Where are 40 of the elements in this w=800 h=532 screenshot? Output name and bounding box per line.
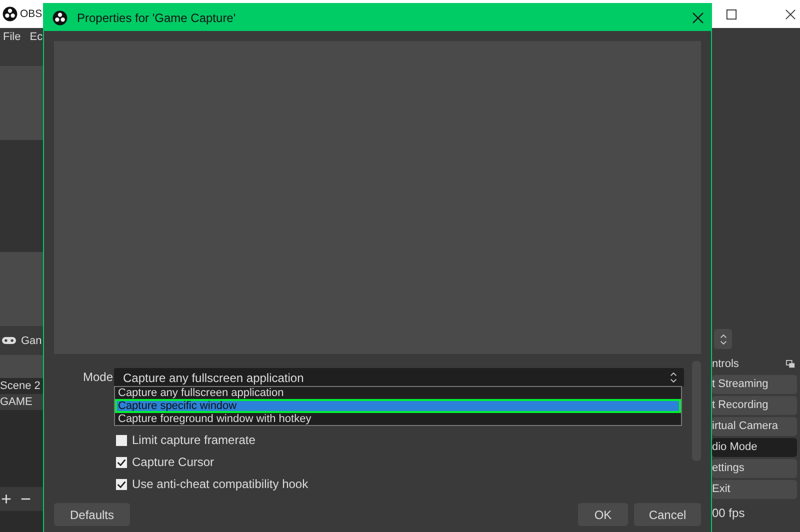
undock-icon[interactable] xyxy=(786,360,795,368)
checkbox[interactable] xyxy=(116,478,127,490)
mode-dropdown[interactable]: Capture any fullscreen application xyxy=(114,368,684,387)
panel-header xyxy=(0,355,43,378)
logo-icon xyxy=(52,10,68,26)
maximize-icon[interactable] xyxy=(726,8,737,20)
dropdown-option[interactable]: Capture specific window xyxy=(115,399,681,413)
panel-title: ntrols xyxy=(712,358,739,370)
control-button[interactable]: irtual Camera xyxy=(712,417,797,436)
menu-item[interactable]: Ec xyxy=(30,31,43,43)
checkbox[interactable] xyxy=(116,434,127,446)
close-icon[interactable] xyxy=(785,8,796,20)
spinner-icon xyxy=(718,332,728,346)
checkbox-label: Capture Cursor xyxy=(132,455,214,469)
dropdown-option[interactable]: Capture any fullscreen application xyxy=(115,387,681,399)
checkbox[interactable] xyxy=(116,456,127,468)
scene-tool-button[interactable]: + xyxy=(1,488,12,510)
checkbox-label: Limit capture framerate xyxy=(132,433,256,447)
control-button[interactable]: t Streaming xyxy=(712,375,797,394)
dropdown-option[interactable]: Capture foreground window with hotkey xyxy=(115,413,681,425)
scene-item[interactable]: GAME xyxy=(0,394,43,410)
control-button[interactable]: ettings xyxy=(712,459,797,478)
defaults-button[interactable]: Defaults xyxy=(54,503,130,526)
scene-tool-button[interactable]: − xyxy=(20,488,32,510)
status-text: 00 fps xyxy=(712,506,746,520)
dialog-button[interactable]: OK xyxy=(578,503,628,526)
updown-icon xyxy=(669,371,678,384)
control-button[interactable]: dio Mode xyxy=(712,438,797,457)
dialog-title: Properties for 'Game Capture' xyxy=(77,10,236,24)
dialog-button[interactable]: Cancel xyxy=(634,503,701,526)
field-label: Mode xyxy=(83,369,114,386)
control-button[interactable]: Exit xyxy=(712,480,797,499)
control-button[interactable]: t Recording xyxy=(712,396,797,415)
window-title: OBS xyxy=(20,8,42,20)
source-label: Gan xyxy=(21,334,42,346)
scene-item[interactable]: Scene 2 xyxy=(0,378,43,394)
checkbox-label: Use anti-cheat compatibility hook xyxy=(132,477,308,491)
spinner-button[interactable] xyxy=(714,329,732,349)
close-icon[interactable] xyxy=(692,12,704,24)
menu-item[interactable]: File xyxy=(3,31,21,43)
